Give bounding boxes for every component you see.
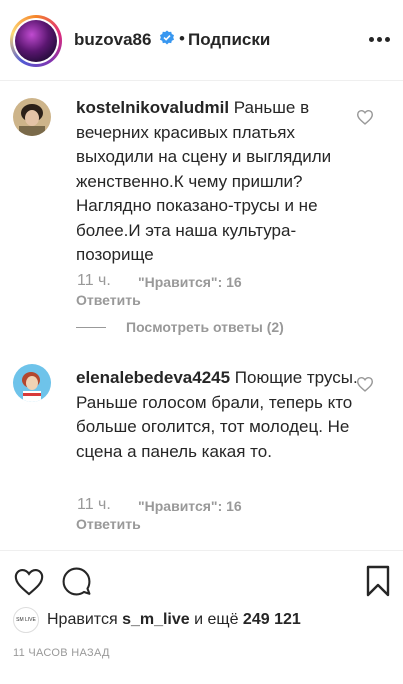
comment-time: 11 ч. (77, 496, 111, 513)
comment-likes[interactable]: "Нравится": 16 (138, 498, 242, 514)
comment-username[interactable]: elenalebedeva4245 (76, 368, 230, 387)
commenter-avatar[interactable] (13, 98, 51, 136)
reply-button[interactable]: Ответить (76, 292, 141, 308)
liked-by-prefix: Нравится (47, 611, 118, 628)
comment-meta: 11 ч. "Нравится": 16 (77, 496, 242, 514)
following-button[interactable]: Подписки (188, 30, 270, 50)
comment-username[interactable]: kostelnikovaludmil (76, 98, 229, 117)
more-options-icon[interactable] (369, 37, 391, 43)
comment-body: kostelnikovaludmil Раньше в вечерних кра… (76, 96, 371, 268)
separator-dot: • (179, 29, 185, 48)
post-actions-bar (0, 550, 403, 611)
view-replies-label[interactable]: Посмотреть ответы (2) (126, 319, 284, 335)
liker-avatar[interactable]: SM LIVE (13, 607, 39, 633)
reply-button[interactable]: Ответить (76, 516, 141, 532)
commenter-avatar[interactable] (13, 364, 51, 402)
comment-icon[interactable] (61, 566, 92, 597)
post-header: buzova86 • Подписки (0, 0, 403, 81)
author-username[interactable]: buzova86 (74, 30, 151, 50)
comment-body: elenalebedeva4245 Поющие трусы. Раньше г… (76, 366, 371, 464)
comment-time: 11 ч. (77, 272, 111, 289)
liked-by-username[interactable]: s_m_live (122, 611, 190, 628)
liked-by-text: Нравится s_m_live и ещё 249 121 (47, 611, 301, 629)
liked-by-count[interactable]: 249 121 (243, 611, 301, 628)
comment-text: Раньше в вечерних красивых платьях выход… (76, 98, 332, 264)
post-timestamp[interactable]: 11 ЧАСОВ НАЗАД (13, 647, 110, 659)
heart-icon[interactable] (356, 376, 374, 392)
heart-icon[interactable] (356, 109, 374, 125)
comment-likes[interactable]: "Нравится": 16 (138, 274, 242, 290)
heart-icon[interactable] (13, 567, 45, 596)
divider-line (76, 327, 106, 328)
liked-by-and: и ещё (194, 611, 239, 628)
verified-badge-icon (160, 30, 174, 45)
comment-meta: 11 ч. "Нравится": 16 (77, 272, 242, 290)
liked-by-row: SM LIVE Нравится s_m_live и ещё 249 121 (13, 606, 393, 636)
author-avatar[interactable] (10, 15, 62, 67)
bookmark-icon[interactable] (366, 565, 390, 597)
